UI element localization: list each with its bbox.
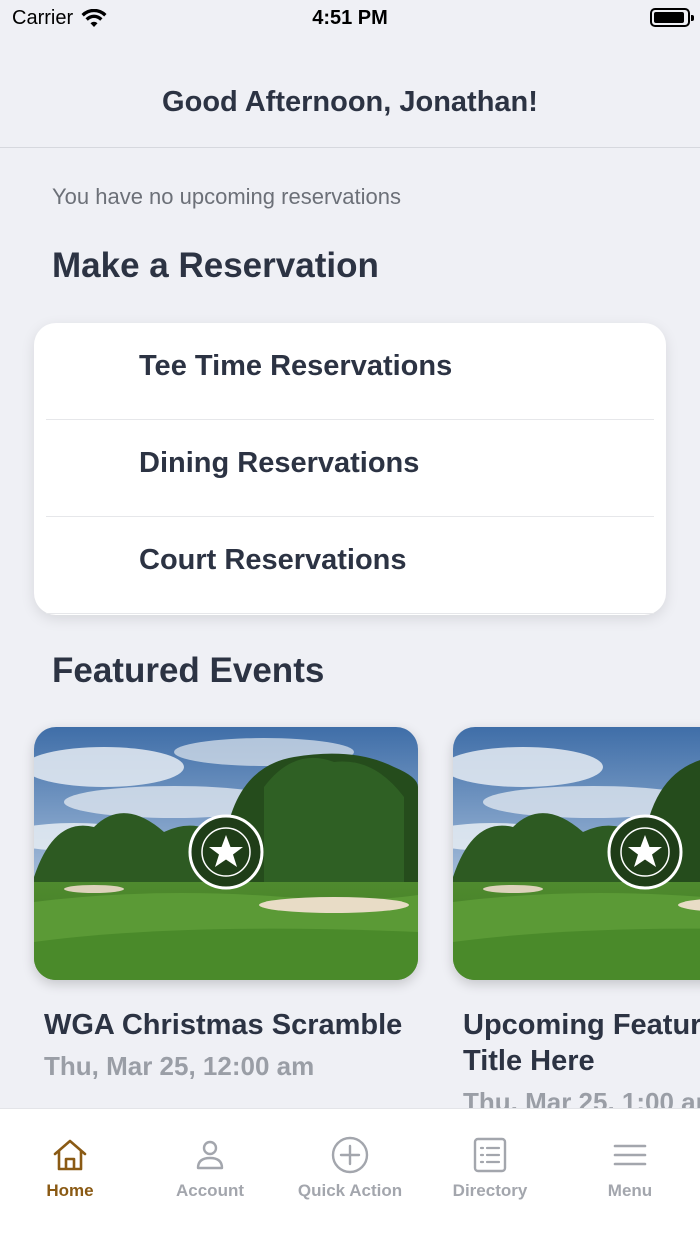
tab-directory[interactable]: Directory [420,1109,560,1219]
home-icon [53,1139,87,1171]
event-image [453,727,700,980]
featured-events-heading: Featured Events [52,651,325,690]
person-icon [196,1140,224,1170]
tab-label: Directory [452,1181,528,1200]
tab-label: Menu [607,1181,653,1200]
plus-circle-icon [331,1136,369,1174]
app-screen: Carrier 4:51 PM Good Afternoon, Jonathan… [0,0,700,1244]
event-card[interactable]: Upcoming Featured Event Title Here Thu, … [453,727,700,1117]
reservation-card: Tee Time Reservations Dining Reservation… [34,323,666,615]
tab-label: Home [46,1181,94,1200]
tab-account[interactable]: Account [140,1109,280,1219]
dining-reservations-item[interactable]: Dining Reservations [46,420,654,517]
tee-time-reservations-item[interactable]: Tee Time Reservations [46,323,654,420]
status-bar: Carrier 4:51 PM [0,0,700,36]
tab-menu[interactable]: Menu [560,1109,700,1219]
no-reservations-message: You have no upcoming reservations [52,184,401,209]
event-title: WGA Christmas Scramble [44,1009,403,1041]
court-reservations-item[interactable]: Court Reservations [46,517,654,614]
res-item-label: Dining Reservations [139,447,420,479]
greeting-title: Good Afternoon, Jonathan! [162,86,538,118]
event-date: Thu, Mar 25, 12:00 am [44,1051,315,1081]
club-logo-icon [188,814,264,890]
tab-bar: Home Account Quick Action Directory Menu [0,1108,700,1244]
club-logo-icon [607,814,683,890]
tab-label: Quick Action [297,1181,403,1200]
event-title: Upcoming Featured Event Title Here [463,1009,700,1077]
event-image [34,727,418,980]
list-icon [473,1137,507,1173]
tab-label: Account [176,1181,244,1200]
tab-home[interactable]: Home [0,1109,140,1219]
tab-quick-action[interactable]: Quick Action [280,1109,420,1219]
status-time: 4:51 PM [312,7,388,29]
res-item-label: Court Reservations [139,544,407,576]
battery-icon [650,8,694,27]
res-item-label: Tee Time Reservations [139,350,453,382]
menu-icon [613,1144,647,1166]
make-reservation-heading: Make a Reservation [52,246,379,285]
header: Good Afternoon, Jonathan! [0,36,700,148]
event-card[interactable]: WGA Christmas Scramble Thu, Mar 25, 12:0… [34,727,418,1081]
